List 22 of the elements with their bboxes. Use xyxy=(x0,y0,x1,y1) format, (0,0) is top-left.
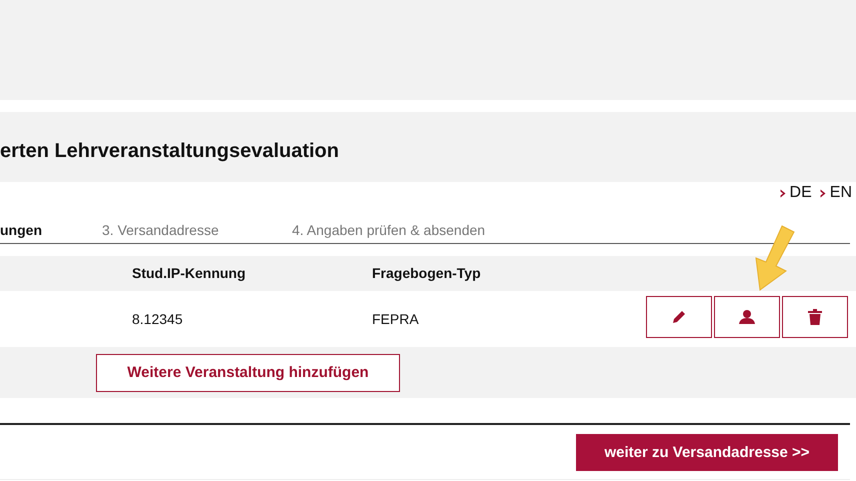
page-title: erten Lehrveranstaltungsevaluation xyxy=(0,140,339,162)
delete-button[interactable] xyxy=(782,296,848,338)
chevron-icon xyxy=(820,188,826,198)
table-cell: 8.12345 xyxy=(132,311,183,327)
pencil-icon xyxy=(671,309,687,325)
column-header: Fragebogen-Typ xyxy=(372,265,481,281)
trash-icon xyxy=(808,309,822,325)
language-link[interactable]: DE xyxy=(780,183,812,203)
step-tab[interactable]: ungen xyxy=(0,222,42,238)
language-label: EN xyxy=(830,184,852,202)
step-tab[interactable]: 3. Versandadresse xyxy=(102,222,219,238)
next-button[interactable]: weiter zu Versandadresse >> xyxy=(576,434,838,470)
column-header: Stud.IP-Kennung xyxy=(132,265,246,281)
language-label: DE xyxy=(790,184,812,202)
step-tab[interactable]: 4. Angaben prüfen & absenden xyxy=(292,222,486,238)
person-icon xyxy=(738,309,756,325)
chevron-icon xyxy=(780,188,786,198)
table-cell: FEPRA xyxy=(372,311,419,327)
language-link[interactable]: EN xyxy=(820,183,852,203)
edit-button[interactable] xyxy=(646,296,712,338)
person-button[interactable] xyxy=(714,296,780,338)
add-course-button[interactable]: Weitere Veranstaltung hinzufügen xyxy=(96,354,400,392)
